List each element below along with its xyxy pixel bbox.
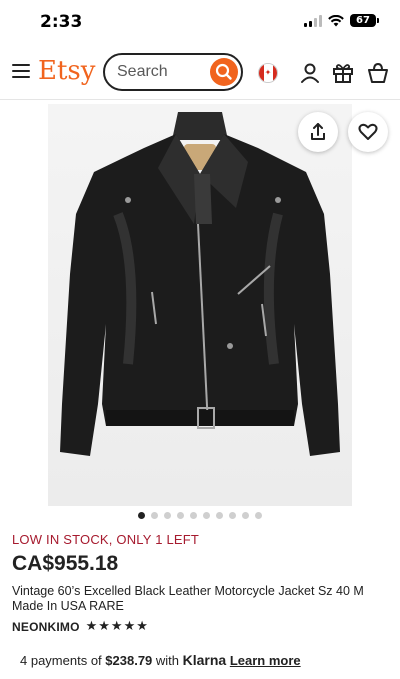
product-title: Vintage 60’s Excelled Black Leather Moto…: [12, 584, 364, 613]
signal-icon: [304, 14, 322, 27]
klarna-payment-info: 4 payments of $238.79 with Klarna Learn …: [20, 652, 301, 668]
carousel-dot[interactable]: [242, 512, 249, 519]
status-time: 2:33: [40, 12, 83, 32]
carousel-dots[interactable]: [0, 512, 400, 522]
status-bar: 2:33 67: [0, 0, 400, 44]
menu-icon[interactable]: [12, 64, 30, 78]
battery-icon: 67: [350, 14, 379, 27]
cart-icon[interactable]: [366, 61, 390, 85]
carousel-dot[interactable]: [203, 512, 210, 519]
carousel-dot[interactable]: [229, 512, 236, 519]
heart-icon: [358, 123, 378, 140]
site-header: Etsy ✦: [0, 44, 400, 100]
klarna-logo: Klarna: [182, 652, 227, 668]
klarna-middle: with: [152, 653, 183, 668]
rating-stars[interactable]: ★★★★★: [86, 619, 149, 634]
wifi-icon: [328, 14, 344, 26]
product-price: CA$955.18: [12, 552, 119, 575]
etsy-logo[interactable]: Etsy: [38, 56, 95, 86]
account-icon[interactable]: [298, 61, 322, 85]
favorite-button[interactable]: [348, 112, 388, 152]
klarna-amount: $238.79: [105, 653, 153, 668]
carousel-dot[interactable]: [164, 512, 171, 519]
klarna-learn-more-link[interactable]: Learn more: [230, 653, 301, 668]
search-bar[interactable]: [103, 53, 243, 91]
stock-notice: LOW IN STOCK, ONLY 1 LEFT: [12, 532, 200, 547]
shop-row: NEONKIMO ★★★★★: [12, 619, 149, 634]
leather-jacket-image: [60, 112, 340, 456]
product-photo[interactable]: [48, 104, 352, 506]
gift-icon[interactable]: [331, 61, 355, 85]
product-image-carousel[interactable]: [0, 100, 400, 506]
carousel-dot[interactable]: [255, 512, 262, 519]
carousel-dot[interactable]: [138, 512, 145, 519]
canada-flag-icon[interactable]: ✦: [258, 63, 278, 83]
search-icon: [215, 63, 232, 80]
shop-name[interactable]: NEONKIMO: [12, 620, 80, 634]
status-icons: 67: [304, 14, 379, 27]
carousel-dot[interactable]: [190, 512, 197, 519]
klarna-prefix: 4 payments of: [20, 653, 106, 668]
carousel-dot[interactable]: [151, 512, 158, 519]
carousel-dot[interactable]: [216, 512, 223, 519]
share-icon: [311, 123, 325, 140]
share-button[interactable]: [298, 112, 338, 152]
carousel-dot[interactable]: [177, 512, 184, 519]
search-input[interactable]: [117, 62, 205, 82]
search-button[interactable]: [210, 58, 238, 86]
